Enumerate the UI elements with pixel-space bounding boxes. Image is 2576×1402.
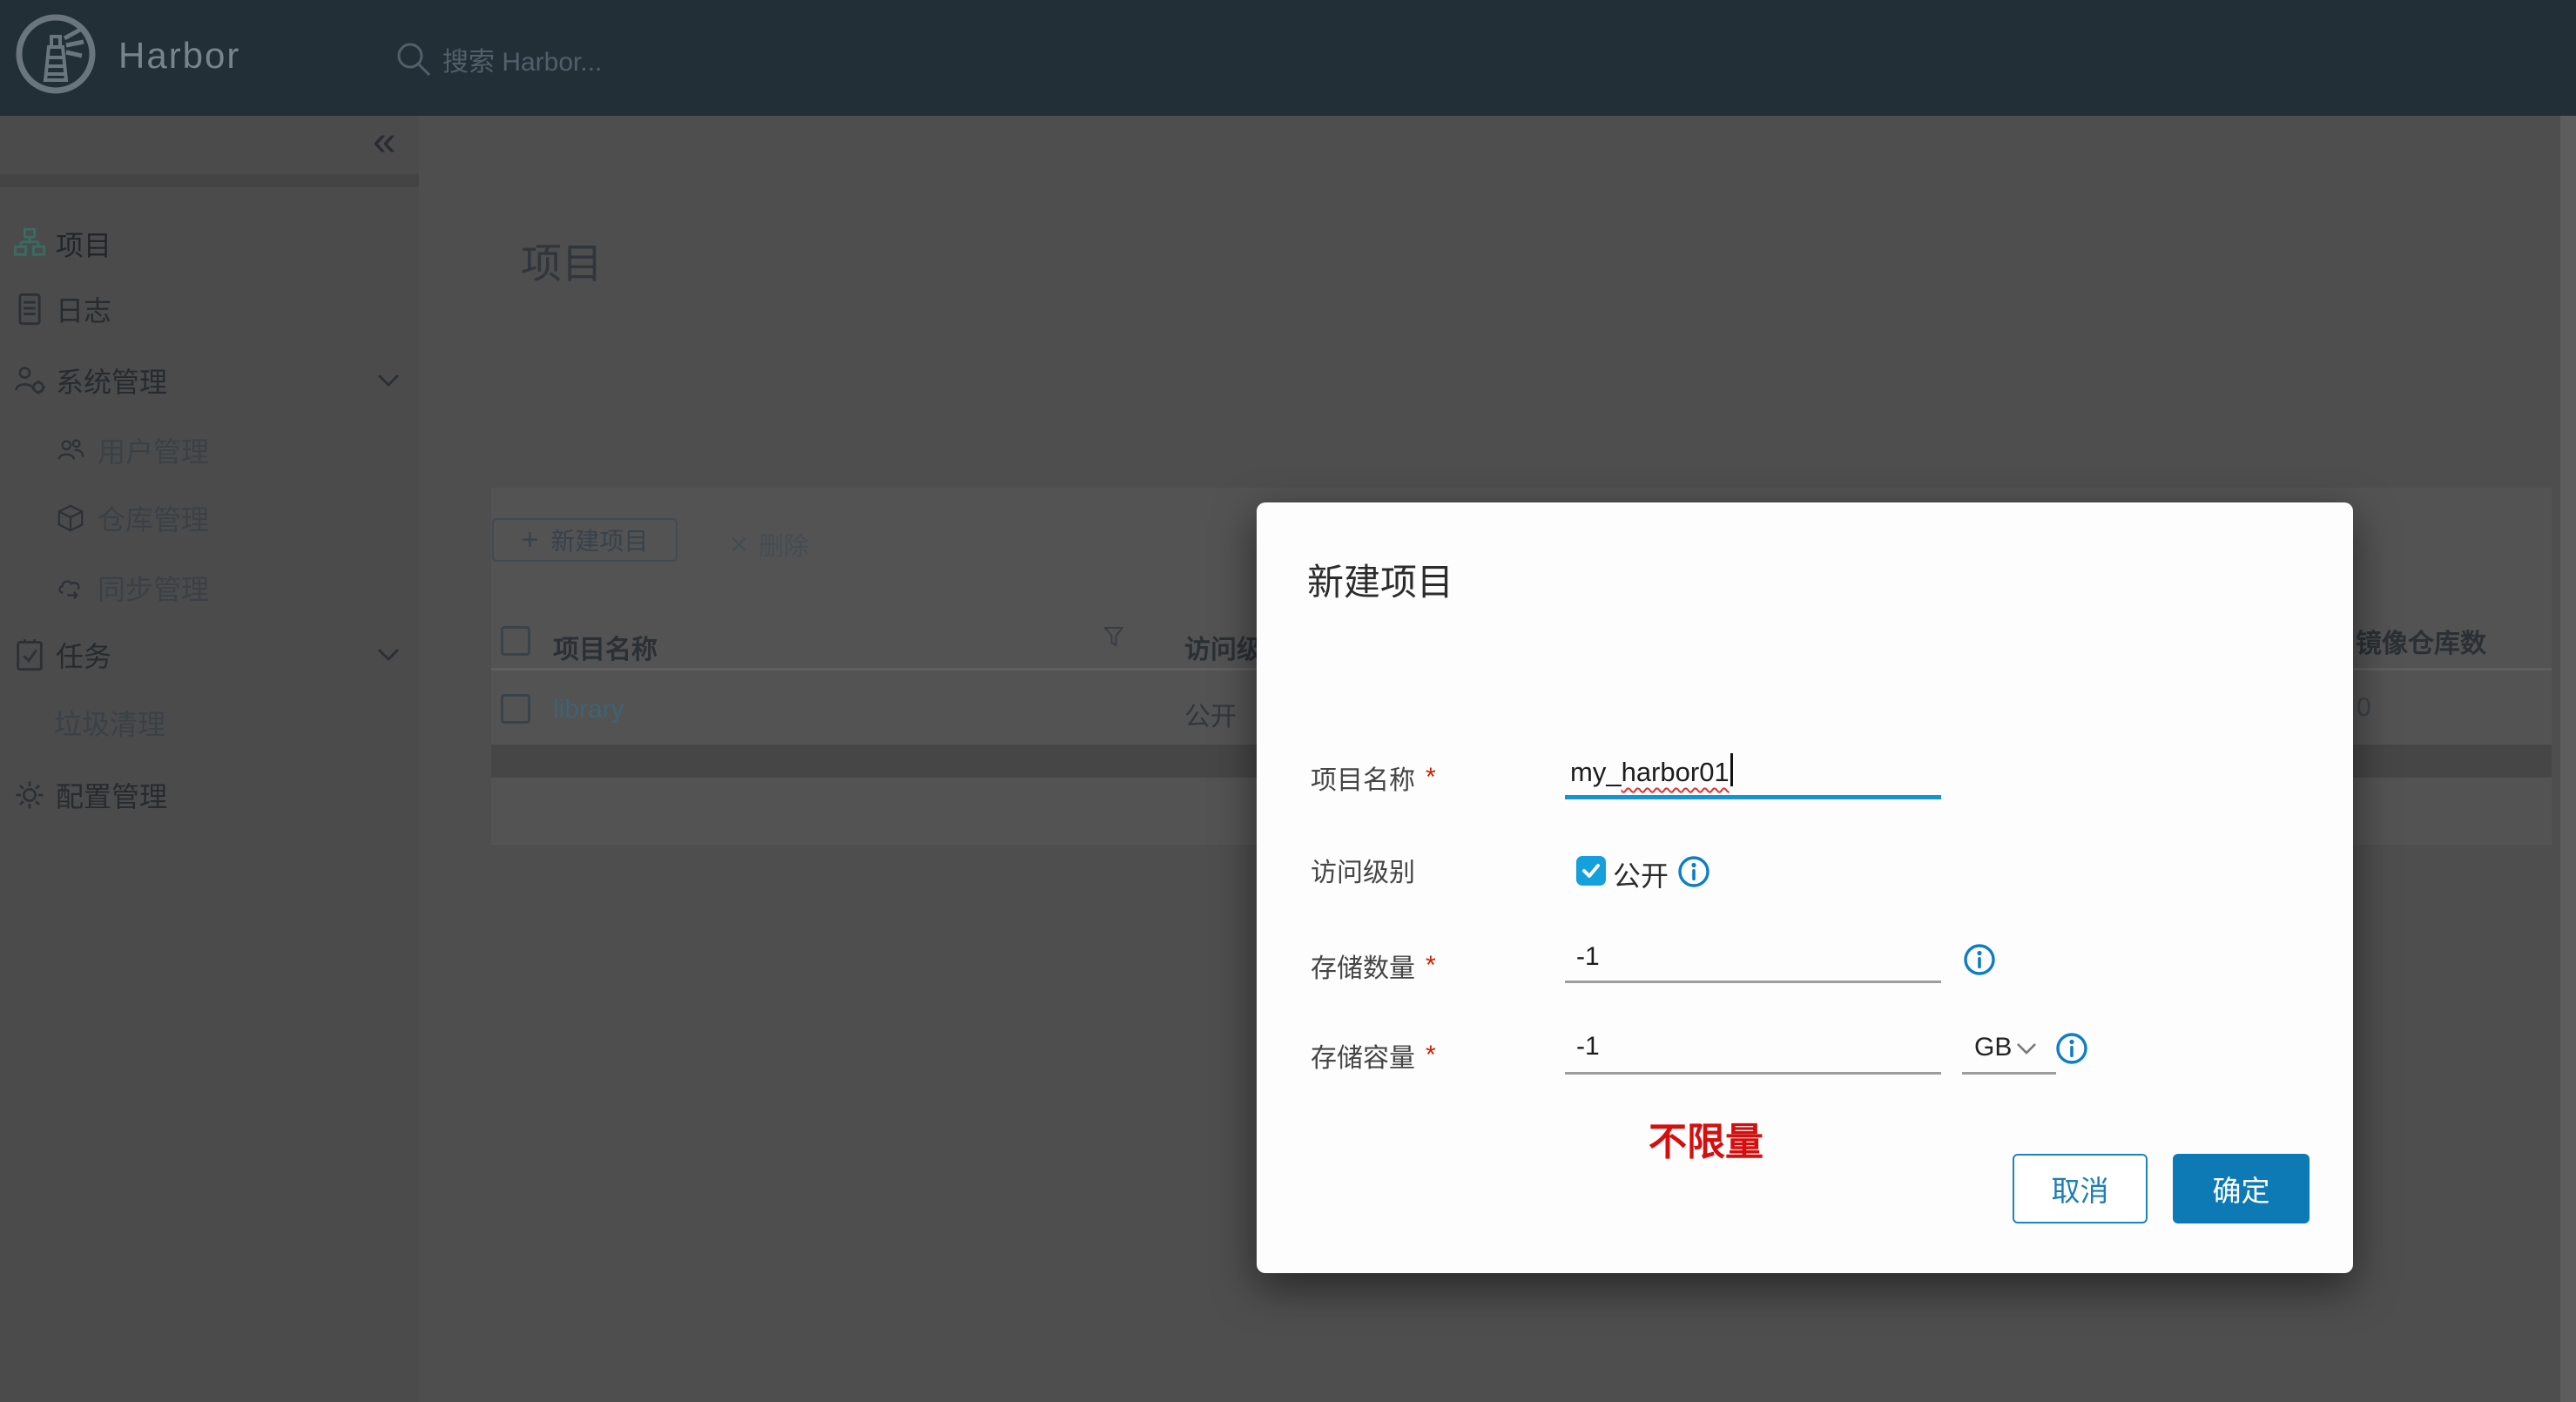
project-access-level: 公开 [1184,703,1237,731]
app-header: Harbor 搜索 Harbor... [0,0,2576,116]
sidebar-item-tasks[interactable]: 任务 [0,620,419,690]
config-gear-icon [16,781,44,809]
sidebar-item-configuration[interactable]: 配置管理 [0,760,419,830]
public-checkbox-label: 公开 [1613,860,1669,892]
storage-limit-input[interactable]: -1 [1576,1032,1600,1062]
select-chevron-down-icon[interactable] [2016,1042,2037,1055]
page-scrollbar[interactable] [2560,116,2576,1402]
text-caret [1730,753,1733,786]
focused-input-underline [1565,795,1941,799]
required-asterisk: * [1426,951,1436,980]
global-search[interactable]: 搜索 Harbor... [394,35,759,84]
sidebar-divider [0,174,419,187]
delete-button[interactable]: × 删除 [730,522,809,566]
sidebar-item-user-management[interactable]: 用户管理 [0,415,419,485]
count-limit-label-text: 存储数量 [1311,954,1415,983]
plus-icon: + [521,523,539,556]
harbor-app: Harbor 搜索 Harbor... « 项目 日志 系统管理 用户管理 仓库… [0,0,2576,1402]
sidebar-item-garbage-collection[interactable]: 垃圾清理 [0,688,419,758]
project-repo-count: 0 [2357,693,2371,722]
sidebar-item-label: 仓库管理 [98,504,210,536]
sidebar-item-label: 日志 [56,295,112,327]
page-title: 项目 [521,240,603,286]
sidebar-item-registry-management[interactable]: 仓库管理 [0,483,419,553]
unlimited-annotation: 不限量 [1649,1121,1763,1163]
chevron-down-icon[interactable] [377,648,400,662]
sidebar-item-label: 系统管理 [56,367,168,398]
project-name-input[interactable]: my_harbor01 [1570,753,1733,788]
ok-button[interactable]: 确定 [2173,1154,2310,1223]
input-underline [1565,981,1941,983]
sidebar-item-label: 用户管理 [98,436,210,468]
required-asterisk: * [1426,1041,1436,1069]
sidebar-item-replication-management[interactable]: 同步管理 [0,553,419,623]
row-checkbox[interactable] [501,694,530,724]
modal-title: 新建项目 [1307,562,1454,603]
input-underline [1565,1072,1941,1075]
users-icon [57,439,84,460]
replication-icon [58,580,80,600]
input-value-plain: my_ [1570,757,1622,787]
new-project-button[interactable]: + 新建项目 [492,518,678,562]
new-project-modal: 新建项目 项目名称 * my_harbor01 访问级别 公开 存储数量 * -1 [1257,502,2353,1273]
sidebar-item-label: 配置管理 [56,781,168,812]
filter-funnel-icon[interactable] [1104,627,1123,648]
storage-limit-label: 存储容量 * [1311,1036,1436,1075]
search-icon [397,43,431,77]
project-name-label: 项目名称 * [1311,758,1436,797]
sidebar-item-label: 垃圾清理 [54,709,166,740]
select-underline [1962,1072,2056,1075]
project-name-link[interactable]: library [553,695,624,725]
chevron-down-icon[interactable] [377,374,400,388]
sidebar-item-projects[interactable]: 项目 [0,209,419,279]
delete-label: 删除 [759,533,810,561]
storage-limit-label-text: 存储容量 [1311,1044,1415,1073]
brand-title: Harbor [118,35,241,76]
info-icon[interactable] [2055,1032,2088,1065]
sidebar-collapse-icon[interactable]: « [373,121,396,163]
access-level-label: 访问级别 [1311,859,1415,887]
system-admin-icon [15,367,45,394]
info-icon[interactable] [1963,943,1996,976]
required-asterisk: * [1426,763,1436,792]
info-icon[interactable] [1677,855,1710,888]
project-name-label-text: 项目名称 [1311,766,1415,795]
search-placeholder: 搜索 Harbor... [442,48,603,77]
registry-icon [57,504,84,532]
logs-icon [18,293,41,326]
sidebar-nav: « 项目 日志 系统管理 用户管理 仓库管理 同步管理 任务 垃圾清理 配置管理 [0,116,419,1402]
public-checkbox[interactable] [1576,856,1606,886]
delete-x-icon: × [730,526,749,562]
count-limit-label: 存储数量 * [1311,947,1436,985]
tasks-icon [17,639,43,671]
sidebar-item-logs[interactable]: 日志 [0,274,419,344]
column-header-repo-count: 镜像仓库数 [2356,630,2486,658]
select-all-checkbox[interactable] [501,626,530,656]
check-icon [1582,864,1600,878]
sidebar-item-system-admin[interactable]: 系统管理 [0,346,419,415]
new-project-label: 新建项目 [550,528,649,555]
projects-icon [13,227,46,256]
sidebar-item-label: 任务 [56,641,112,672]
cancel-button[interactable]: 取消 [2013,1154,2148,1223]
count-limit-input[interactable]: -1 [1576,942,1600,972]
input-value-spellcheck: harbor01 [1621,757,1730,787]
sidebar-item-label: 项目 [56,230,112,261]
column-header-project-name: 项目名称 [553,636,657,664]
sidebar-item-label: 同步管理 [98,574,210,605]
unit-select[interactable]: GB [1974,1033,2012,1062]
harbor-lighthouse-logo-icon[interactable] [14,12,98,96]
